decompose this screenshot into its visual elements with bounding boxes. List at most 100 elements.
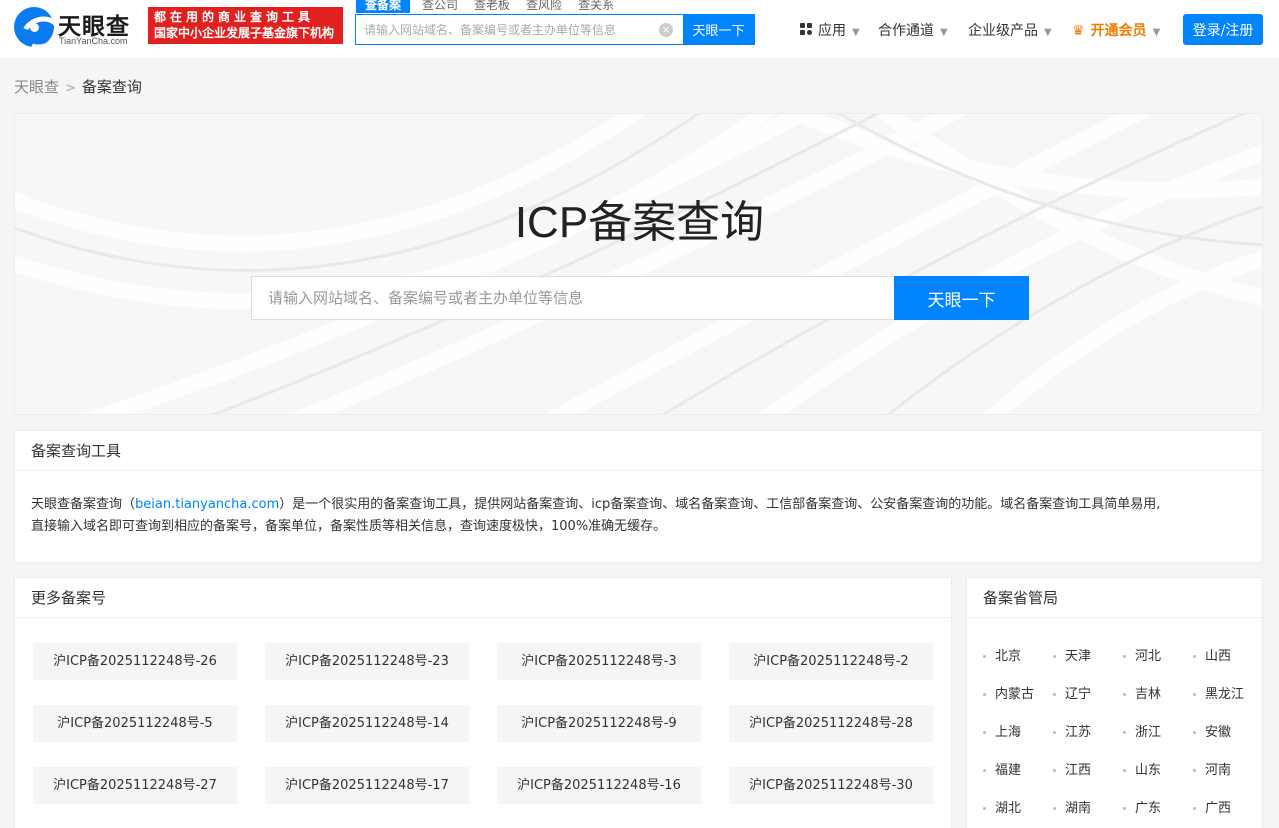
province-link[interactable]: 福建 (983, 759, 1021, 778)
more-numbers-card: 更多备案号 沪ICP备2025112248号-26 沪ICP备202511224… (14, 577, 952, 828)
province-link[interactable]: 江西 (1053, 759, 1091, 778)
beian-number-item[interactable]: 沪ICP备2025112248号-14 (265, 705, 469, 742)
search-tab-risk[interactable]: 查风险 (526, 0, 562, 13)
province-label: 福建 (995, 763, 1022, 778)
province-link[interactable]: 安徽 (1193, 721, 1231, 740)
province-link[interactable]: 吉林 (1123, 683, 1161, 702)
province-link[interactable]: 山东 (1123, 759, 1161, 778)
province-link[interactable]: 浙江 (1123, 721, 1161, 740)
more-numbers-title: 更多备案号 (15, 578, 951, 618)
caret-down-icon: ▼ (1044, 27, 1052, 38)
beian-number-item[interactable]: 沪ICP备2025112248号-3 (497, 643, 701, 680)
search-tabs: 查备案 查公司 查老板 查风险 查关系 (356, 0, 630, 13)
bullet-dot-icon (983, 807, 986, 810)
bullet-dot-icon (1193, 731, 1196, 734)
slogan-badge: 都在用的商业查询工具 国家中小企业发展子基金旗下机构 (148, 7, 343, 44)
chevron-right-icon: > (65, 81, 76, 96)
province-link[interactable]: 广东 (1123, 797, 1161, 816)
login-register-button[interactable]: 登录/注册 (1183, 14, 1263, 45)
slogan-line-2: 国家中小企业发展子基金旗下机构 (154, 26, 335, 40)
bullet-dot-icon (1053, 807, 1056, 810)
nav-cooperation[interactable]: 合作通道 ▼ (878, 20, 948, 40)
nav-apps-label: 应用 (818, 23, 846, 39)
province-label: 内蒙古 (995, 687, 1035, 702)
beian-number-item[interactable]: 沪ICP备2025112248号-28 (729, 705, 933, 742)
clear-icon[interactable]: × (659, 23, 673, 37)
province-link[interactable]: 河北 (1123, 645, 1161, 664)
province-link[interactable]: 天津 (1053, 645, 1091, 664)
hero-banner: ICP备案查询 天眼一下 (14, 113, 1263, 415)
tools-desc-rest: ）是一个很实用的备案查询工具，提供网站备案查询、icp备案查询、域名备案查询、工… (279, 497, 1161, 512)
hero-search-button[interactable]: 天眼一下 (894, 276, 1029, 320)
province-label: 辽宁 (1065, 687, 1092, 702)
bullet-dot-icon (1193, 693, 1196, 696)
province-label: 北京 (995, 649, 1022, 664)
bullet-dot-icon (1123, 731, 1126, 734)
bullet-dot-icon (1053, 693, 1056, 696)
tools-desc-line-1: 天眼查备案查询（beian.tianyancha.com）是一个很实用的备案查询… (31, 494, 1246, 516)
bullet-dot-icon (1123, 693, 1126, 696)
top-header: 天眼查 TianYanCha.com 都在用的商业查询工具 国家中小企业发展子基… (0, 0, 1279, 59)
header-search-box: × 天眼一下 (355, 14, 755, 45)
beian-number-item[interactable]: 沪ICP备2025112248号-16 (497, 767, 701, 804)
nav-vip[interactable]: ♛ 开通会员 ▼ (1072, 20, 1160, 40)
province-label: 湖北 (995, 801, 1022, 816)
province-label: 山西 (1205, 649, 1232, 664)
beian-number-item[interactable]: 沪ICP备2025112248号-26 (33, 643, 237, 680)
nav-apps[interactable]: 应用 ▼ (800, 20, 860, 40)
bullet-dot-icon (1193, 807, 1196, 810)
beian-number-item[interactable]: 沪ICP备2025112248号-17 (265, 767, 469, 804)
tools-description: 天眼查备案查询（beian.tianyancha.com）是一个很实用的备案查询… (15, 471, 1262, 538)
crown-icon: ♛ (1072, 23, 1085, 39)
beian-number-item[interactable]: 沪ICP备2025112248号-23 (265, 643, 469, 680)
beian-number-item[interactable]: 沪ICP备2025112248号-2 (729, 643, 933, 680)
province-link[interactable]: 广西 (1193, 797, 1231, 816)
search-tab-beian[interactable]: 查备案 (356, 0, 411, 13)
province-link[interactable]: 湖南 (1053, 797, 1091, 816)
search-tab-boss[interactable]: 查老板 (474, 0, 510, 13)
province-link[interactable]: 黑龙江 (1193, 683, 1244, 702)
search-tab-relation[interactable]: 查关系 (578, 0, 614, 13)
header-search-button[interactable]: 天眼一下 (683, 15, 754, 44)
province-link[interactable]: 江苏 (1053, 721, 1091, 740)
header-search-input[interactable] (356, 15, 659, 44)
province-label: 广西 (1205, 801, 1232, 816)
breadcrumb-home[interactable]: 天眼查 (14, 78, 59, 96)
bullet-dot-icon (1053, 655, 1056, 658)
province-link[interactable]: 北京 (983, 645, 1021, 664)
province-link[interactable]: 湖北 (983, 797, 1021, 816)
province-link[interactable]: 河南 (1193, 759, 1231, 778)
beian-number-item[interactable]: 沪ICP备2025112248号-5 (33, 705, 237, 742)
province-label: 河北 (1135, 649, 1162, 664)
tools-title: 备案查询工具 (15, 431, 1262, 471)
province-label: 江苏 (1065, 725, 1092, 740)
logo[interactable]: 天眼查 TianYanCha.com (14, 6, 144, 48)
beian-link[interactable]: beian.tianyancha.com (135, 497, 279, 512)
province-label: 山东 (1135, 763, 1162, 778)
bullet-dot-icon (1123, 769, 1126, 772)
caret-down-icon: ▼ (940, 27, 948, 38)
provinces-title: 备案省管局 (967, 578, 1262, 618)
search-tab-company[interactable]: 查公司 (422, 0, 458, 13)
hero-background-pattern (15, 114, 1262, 414)
breadcrumb: 天眼查 > 备案查询 (14, 76, 142, 97)
province-label: 黑龙江 (1205, 687, 1245, 702)
slogan-line-1: 都在用的商业查询工具 (154, 10, 315, 24)
province-link[interactable]: 山西 (1193, 645, 1231, 664)
apps-icon (800, 23, 813, 36)
province-link[interactable]: 内蒙古 (983, 683, 1034, 702)
tools-desc-prefix: 天眼查备案查询（ (31, 497, 136, 512)
nav-cooperation-label: 合作通道 (878, 23, 934, 39)
caret-down-icon: ▼ (1152, 27, 1161, 38)
hero-search-input[interactable] (252, 277, 894, 319)
province-label: 安徽 (1205, 725, 1232, 740)
province-link[interactable]: 辽宁 (1053, 683, 1091, 702)
nav-enterprise-label: 企业级产品 (968, 23, 1038, 39)
bullet-dot-icon (1053, 769, 1056, 772)
page-title: ICP备案查询 (514, 198, 765, 247)
province-link[interactable]: 上海 (983, 721, 1021, 740)
beian-number-item[interactable]: 沪ICP备2025112248号-30 (729, 767, 933, 804)
nav-enterprise[interactable]: 企业级产品 ▼ (968, 20, 1052, 40)
beian-number-item[interactable]: 沪ICP备2025112248号-27 (33, 767, 237, 804)
beian-number-item[interactable]: 沪ICP备2025112248号-9 (497, 705, 701, 742)
